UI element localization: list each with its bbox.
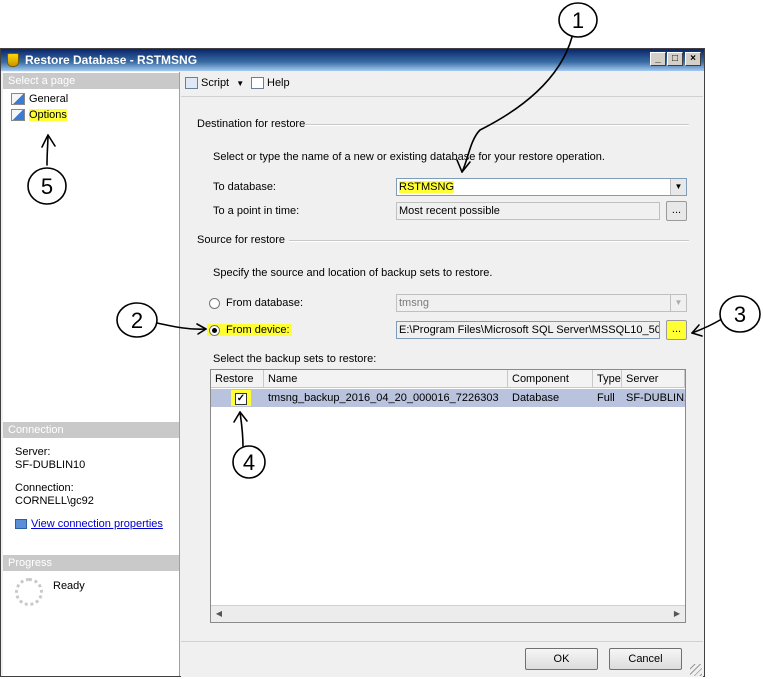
annotation-arrow-4: [239, 411, 244, 447]
annotation-number-1: 1: [572, 8, 584, 33]
annotation-number-5: 5: [41, 174, 53, 199]
annotation-arrow-5: [46, 134, 49, 166]
annotation-arrow-2: [156, 322, 207, 330]
annotation-overlay: 1 2 3 4 5: [27, 2, 761, 479]
annotation-number-4: 4: [243, 450, 255, 475]
annotation-arrowhead-1: [456, 159, 471, 173]
annotation-arrow-1: [461, 36, 573, 173]
annotation-number-3: 3: [734, 302, 746, 327]
annotation-arrow-3: [691, 319, 721, 334]
annotation-number-2: 2: [131, 308, 143, 333]
